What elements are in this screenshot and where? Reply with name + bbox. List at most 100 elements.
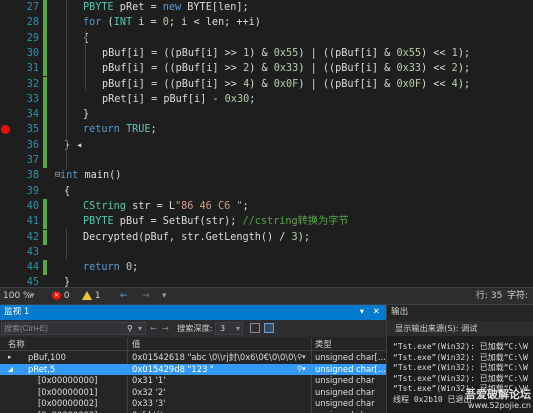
watch-row[interactable]: [0x00000000] 0x31 '1' unsigned char: [0, 375, 386, 387]
visualizer-icon[interactable]: ⚲▾: [297, 352, 306, 364]
watch-name[interactable]: [0x00000002]: [38, 398, 126, 410]
search-dropdown-icon[interactable]: ▾: [138, 323, 142, 334]
error-indicator[interactable]: × 0: [52, 290, 70, 303]
watch-panel: 监视 1 ▾ ✕ ⚲ ▾ ← → 搜索深度: 3▾ 名称 值 类型 ▸ pBuf,…: [0, 304, 386, 413]
watch-value[interactable]: 0x32 '2': [132, 387, 297, 399]
watch-panel-title-bar[interactable]: 监视 1 ▾ ✕: [0, 305, 386, 320]
change-marker: [43, 0, 47, 16]
column-type[interactable]: 类型: [315, 339, 332, 350]
code-token: ) &: [249, 47, 274, 59]
line-number: 36: [26, 139, 39, 151]
code-line[interactable]: 33 pRet[i] = pBuf[i] - 0x30;: [0, 91, 533, 108]
watch-type: unsigned char: [315, 375, 375, 385]
zoom-level[interactable]: 100 %: [3, 290, 32, 303]
code-line[interactable]: 30 pBuf[i] = ((pBuf[i] >> 1) & 0x55) | ((…: [0, 45, 533, 62]
watch-toolbar: ⚲ ▾ ← → 搜索深度: 3▾: [0, 320, 386, 337]
line-number: 31: [26, 63, 39, 75]
code-text: pBuf[i] = ((pBuf[i] >> 4) & 0x0F) | ((pB…: [102, 77, 470, 92]
expand-toggle-icon[interactable]: ▸: [8, 352, 12, 364]
watch-name[interactable]: pBuf,100: [28, 352, 126, 364]
search-next-icon[interactable]: →: [162, 323, 169, 334]
code-token: ) <<: [421, 47, 452, 59]
watch-search-input[interactable]: [1, 322, 146, 335]
code-token: {: [83, 32, 90, 44]
nav-back-icon[interactable]: ←: [120, 290, 128, 303]
code-editor[interactable]: 27 PBYTE pRet = new BYTE[len]; 28 for (INT …: [0, 0, 533, 287]
code-line[interactable]: 28 for (INT i = 0; i < len; ++i): [0, 15, 533, 31]
change-marker: [43, 107, 47, 123]
nav-dropdown-icon[interactable]: ▾: [162, 290, 167, 303]
code-token: PBYTE: [83, 2, 114, 13]
watch-name[interactable]: [0x00000001]: [38, 387, 126, 399]
code-token: pBuf[i] = ((pBuf[i] >>: [102, 47, 244, 59]
watch-panel-title: 监视 1: [4, 307, 30, 317]
code-line[interactable]: 31 pBuf[i] = ((pBuf[i] >> 2) & 0x33) | ((…: [0, 61, 533, 77]
code-token: }: [64, 277, 71, 287]
watch-row[interactable]: [0x00000002] 0x33 '3' unsigned char: [0, 398, 386, 410]
change-marker: [43, 122, 47, 138]
watch-name[interactable]: [0x00000000]: [38, 375, 126, 387]
watch-value[interactable]: 0x33 '3': [132, 398, 297, 410]
search-depth-select[interactable]: 3 ▾: [215, 322, 243, 335]
code-text: pBuf[i] = ((pBuf[i] >> 2) & 0x33) | ((pB…: [102, 61, 470, 76]
warning-icon: [82, 291, 92, 300]
code-line[interactable]: 27 PBYTE pRet = new BYTE[len];: [0, 0, 533, 16]
search-icon[interactable]: ⚲: [127, 323, 133, 334]
code-line[interactable]: 36} ◂: [0, 137, 533, 153]
code-text: pBuf[i] = ((pBuf[i] >> 1) & 0x55) | ((pB…: [102, 46, 470, 61]
error-icon: ×: [52, 291, 61, 300]
code-token: pBuf[i] = ((pBuf[i] >>: [102, 63, 244, 75]
code-line[interactable]: 37: [0, 153, 533, 169]
watch-row[interactable]: ◢ pRet,5 0x015429d8 "123 " ⚲▾ unsigned char[…: [0, 363, 386, 376]
code-line[interactable]: 43: [0, 245, 533, 260]
search-prev-icon[interactable]: ←: [150, 323, 157, 334]
visualizer-icon[interactable]: ⚲▾: [297, 364, 306, 376]
zoom-dropdown-icon[interactable]: ▾: [30, 290, 35, 303]
code-line[interactable]: 32 pBuf[i] = ((pBuf[i] >> 4) & 0x0F) | ((…: [0, 76, 533, 92]
watch-row[interactable]: [0x00000003] 0xfd 'ý' unsigned char: [0, 410, 386, 413]
code-token: ) &: [249, 78, 274, 90]
code-line[interactable]: 44 return 0;: [0, 260, 533, 276]
column-value[interactable]: 值: [132, 339, 140, 350]
panel-controls[interactable]: ▾ ✕: [360, 305, 383, 320]
output-source-select[interactable]: 调试: [461, 323, 477, 333]
output-line: “Tst.exe”(Win32): 已加载“C:\W: [393, 342, 528, 351]
watch-value[interactable]: 0xfd 'ý': [132, 410, 297, 413]
code-line[interactable]: 45}: [0, 275, 533, 287]
output-line: “Tst.exe”(Win32): 已加载“C:\W: [393, 363, 528, 372]
code-line[interactable]: 35 return TRUE;: [0, 122, 533, 138]
code-token: new: [162, 2, 182, 13]
watch-value[interactable]: 0x015429d8 "123 ": [132, 364, 297, 376]
nav-forward-icon[interactable]: →: [142, 290, 150, 303]
code-line[interactable]: 34}: [0, 107, 533, 123]
code-line[interactable]: 39 {: [0, 184, 533, 199]
code-token: i =: [132, 17, 163, 29]
code-line[interactable]: 40 CString str = L"86 46 C6 ";: [0, 198, 533, 215]
pin-icon[interactable]: [250, 323, 260, 333]
expand-toggle-icon[interactable]: ◢: [8, 364, 13, 376]
warning-indicator[interactable]: 1: [82, 290, 101, 303]
line-number: 27: [26, 2, 39, 13]
code-text: for (INT i = 0; i < len; ++i): [83, 15, 261, 30]
watch-row[interactable]: ▸ pBuf,100 0x01542618 "abc \0\\rj封\0x6\0€\…: [0, 352, 386, 364]
code-token: 0x55: [273, 47, 299, 59]
watch-name[interactable]: pRet,5: [28, 364, 126, 376]
code-line[interactable]: 41 PBYTE pBuf = SetBuf(str); //cstring转换为…: [0, 214, 533, 230]
watch-row[interactable]: [0x00000001] 0x32 '2' unsigned char: [0, 387, 386, 399]
watch-name[interactable]: [0x00000003]: [38, 410, 126, 413]
change-marker: [43, 61, 47, 77]
code-token: BYTE[len];: [181, 2, 249, 13]
watch-value[interactable]: 0x31 '1': [132, 375, 297, 387]
column-name[interactable]: 名称: [8, 339, 25, 350]
change-marker: [43, 229, 47, 245]
line-number: 43: [26, 246, 39, 258]
watch-type: unsigned char[...: [315, 352, 385, 362]
code-line[interactable]: 29 {: [0, 30, 533, 46]
code-line[interactable]: 38 ⊟ int main(): [0, 168, 533, 183]
watch-value[interactable]: 0x01542618 "abc \0\\rj封\0x6\0€\0\0\0\0..…: [132, 352, 297, 364]
line-number: 40: [26, 200, 39, 212]
code-text: Decrypted(pBuf, str.GetLength() / 3);: [83, 230, 310, 245]
line-number: 34: [26, 109, 39, 121]
code-line[interactable]: 42 Decrypted(pBuf, str.GetLength() / 3);: [0, 229, 533, 245]
columns-icon[interactable]: [264, 323, 274, 333]
